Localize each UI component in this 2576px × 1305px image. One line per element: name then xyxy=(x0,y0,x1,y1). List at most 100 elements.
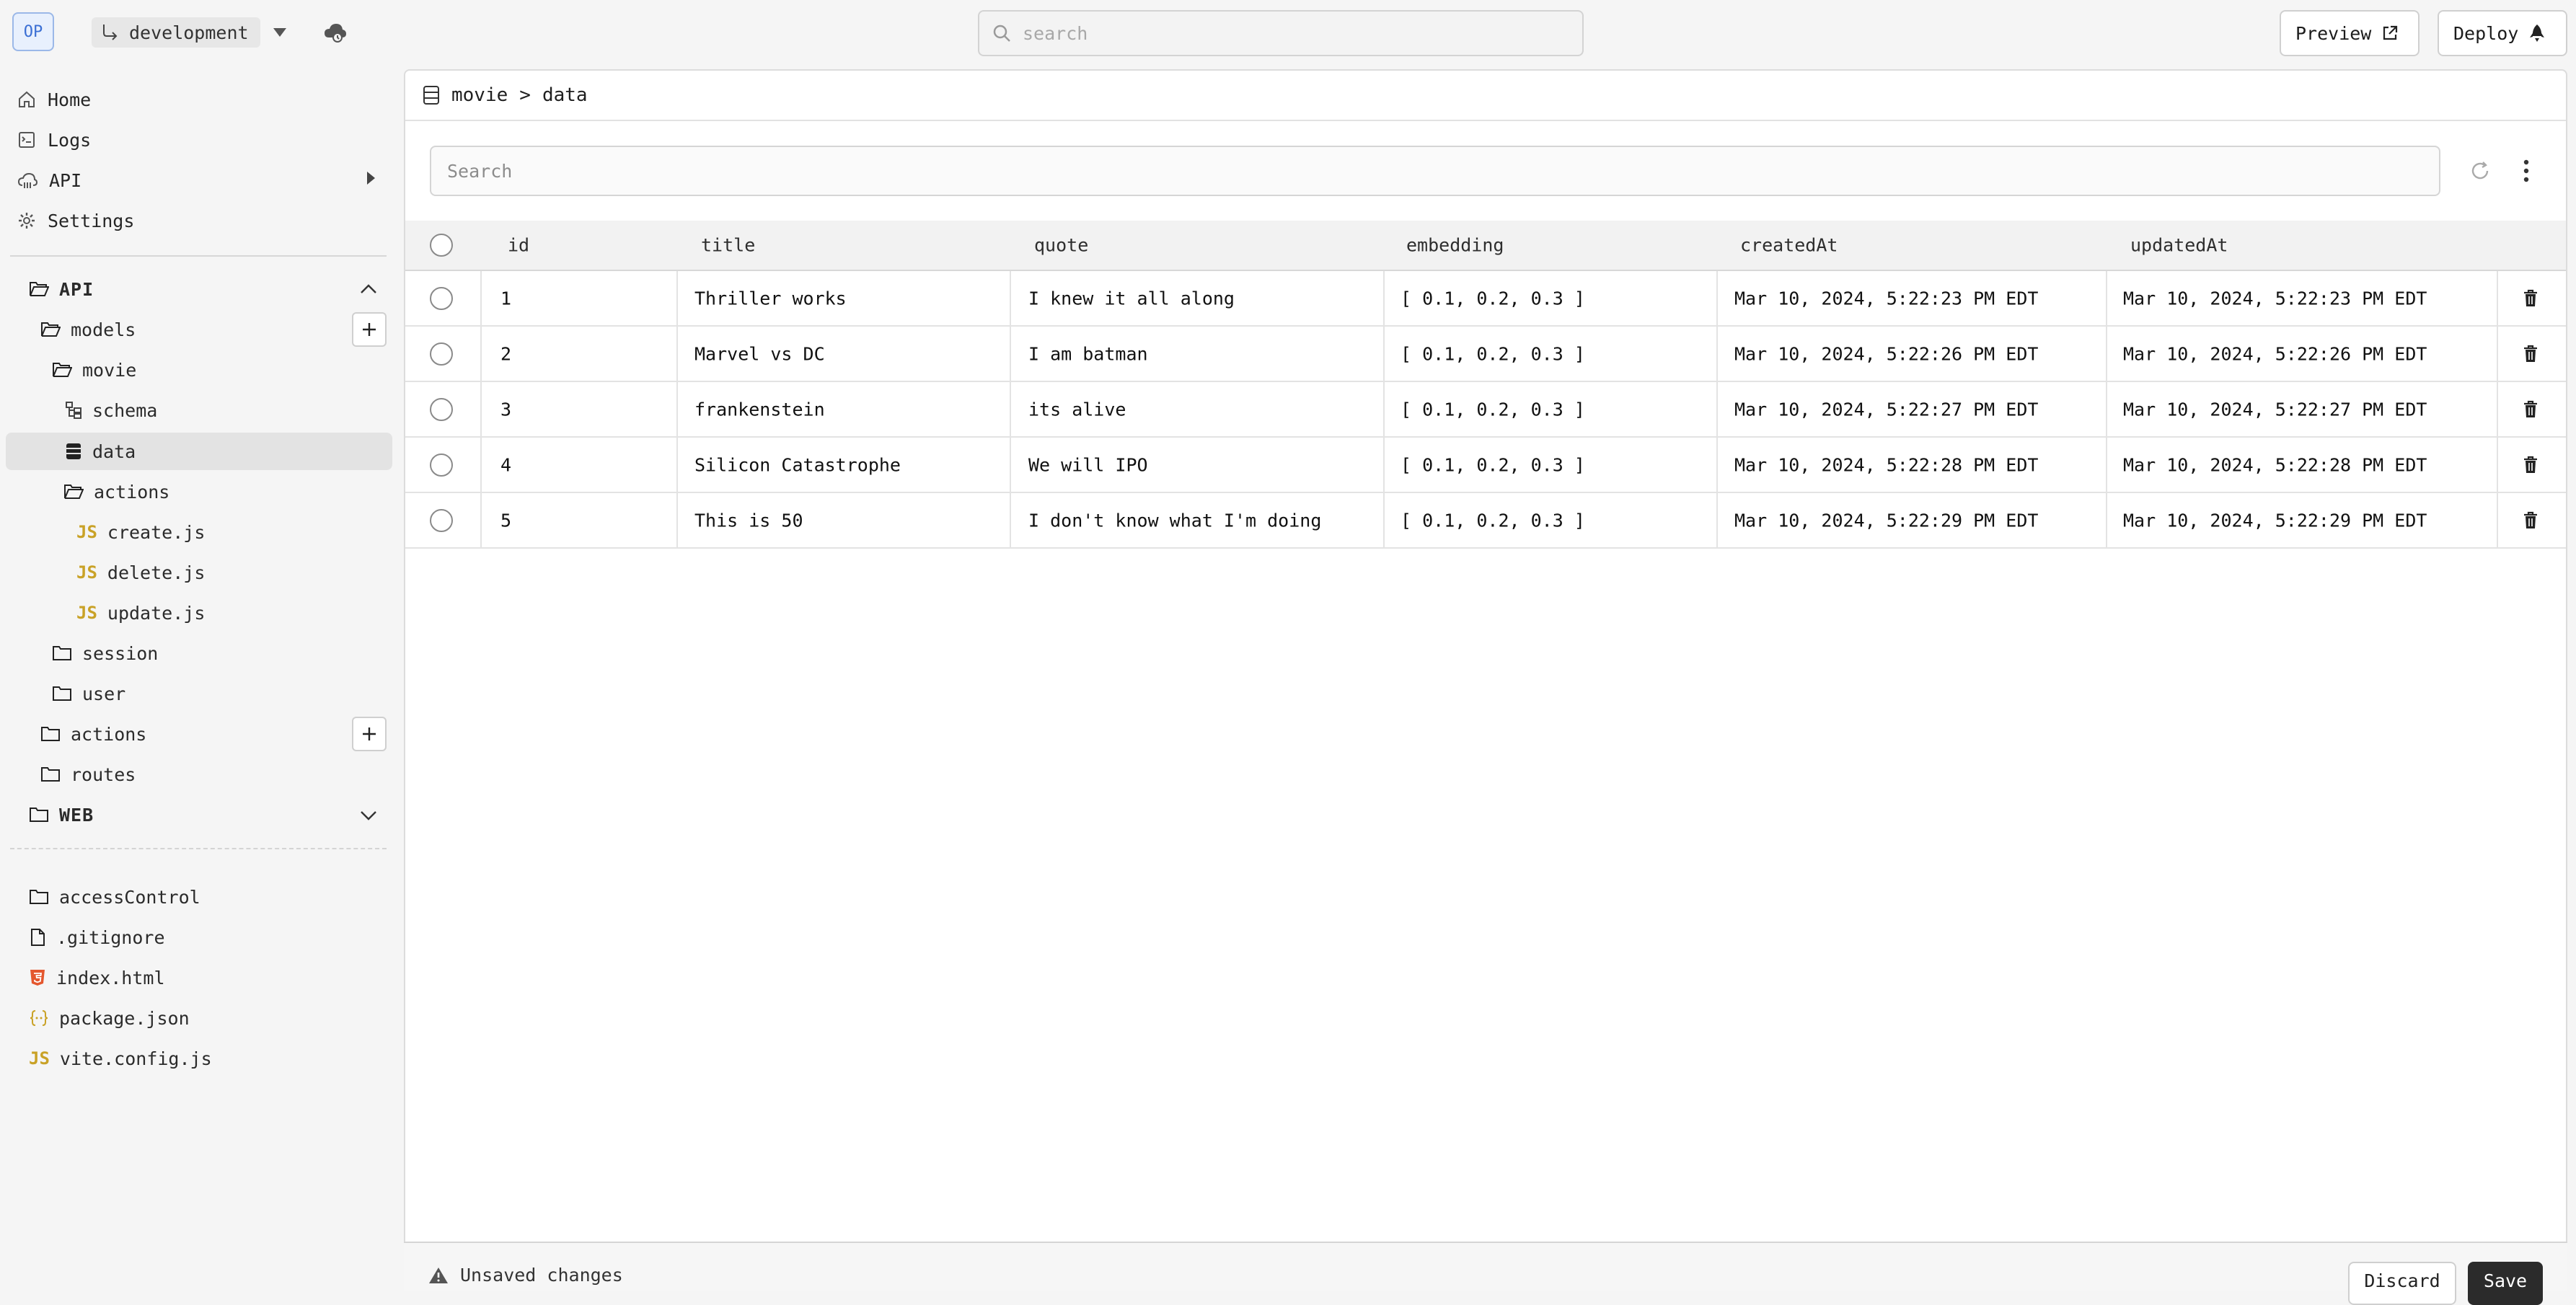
row-checkbox[interactable] xyxy=(430,286,453,310)
add-model-button[interactable] xyxy=(352,312,387,347)
cloud-sync-icon[interactable] xyxy=(323,20,348,45)
tree-data[interactable]: data xyxy=(65,433,136,470)
tree-routes-folder[interactable]: routes xyxy=(40,756,136,793)
breadcrumb-model[interactable]: movie xyxy=(451,84,508,106)
cell-embedding[interactable]: [ 0.1, 0.2, 0.3 ] xyxy=(1401,454,1585,475)
sidebar-dashed-divider xyxy=(10,848,387,849)
table-row[interactable]: 3 frankenstein its alive [ 0.1, 0.2, 0.3 ] M… xyxy=(405,382,2566,438)
trash-icon[interactable] xyxy=(2523,289,2538,308)
preview-button[interactable]: Preview xyxy=(2280,10,2420,56)
cell-title[interactable]: Thriller works xyxy=(694,288,847,309)
tree-session-folder[interactable]: session xyxy=(52,634,158,672)
chevron-down-icon[interactable] xyxy=(359,809,378,822)
refresh-icon[interactable] xyxy=(2469,160,2491,182)
cell-updated-at[interactable]: Mar 10, 2024, 5:22:27 PM EDT xyxy=(2123,399,2427,420)
cell-embedding[interactable]: [ 0.1, 0.2, 0.3 ] xyxy=(1401,399,1585,420)
cell-quote[interactable]: its alive xyxy=(1028,399,1126,420)
column-header-embedding[interactable]: embedding xyxy=(1406,235,1504,256)
cell-updated-at[interactable]: Mar 10, 2024, 5:22:29 PM EDT xyxy=(2123,510,2427,531)
cell-quote[interactable]: I knew it all along xyxy=(1028,288,1235,309)
nav-home[interactable]: Home xyxy=(17,82,91,117)
cell-title[interactable]: This is 50 xyxy=(694,510,803,531)
caret-right-icon[interactable] xyxy=(365,170,376,186)
chevron-up-icon[interactable] xyxy=(359,283,378,296)
cell-title[interactable]: Marvel vs DC xyxy=(694,343,825,364)
global-search[interactable] xyxy=(978,10,1584,56)
cell-id[interactable]: 4 xyxy=(500,454,511,475)
more-options-icon[interactable] xyxy=(2521,159,2531,183)
cell-created-at[interactable]: Mar 10, 2024, 5:22:27 PM EDT xyxy=(1734,399,2038,420)
cell-embedding[interactable]: [ 0.1, 0.2, 0.3 ] xyxy=(1401,343,1585,364)
branch-selector[interactable]: development xyxy=(92,17,260,48)
column-header-title[interactable]: title xyxy=(701,235,755,256)
cell-updated-at[interactable]: Mar 10, 2024, 5:22:28 PM EDT xyxy=(2123,454,2427,475)
row-checkbox[interactable] xyxy=(430,453,453,477)
tree-movie-folder[interactable]: movie xyxy=(52,351,136,389)
trash-icon[interactable] xyxy=(2523,456,2538,474)
cell-updated-at[interactable]: Mar 10, 2024, 5:22:26 PM EDT xyxy=(2123,343,2427,364)
table-row[interactable]: 2 Marvel vs DC I am batman [ 0.1, 0.2, 0.3 … xyxy=(405,327,2566,382)
nav-settings[interactable]: Settings xyxy=(17,203,134,238)
cell-created-at[interactable]: Mar 10, 2024, 5:22:26 PM EDT xyxy=(1734,343,2038,364)
table-row[interactable]: 4 Silicon Catastrophe We will IPO [ 0.1, 0.… xyxy=(405,438,2566,493)
deploy-button[interactable]: Deploy xyxy=(2438,10,2567,56)
tree-file-update[interactable]: JS update.js xyxy=(76,594,205,632)
file-index-html[interactable]: index.html xyxy=(29,959,165,996)
tree-api-folder[interactable]: API xyxy=(29,270,94,308)
nav-api[interactable]: API xyxy=(17,163,81,198)
column-header-updated-at[interactable]: updatedAt xyxy=(2130,235,2228,256)
tree-schema-label: schema xyxy=(92,399,158,421)
trash-icon[interactable] xyxy=(2523,345,2538,363)
discard-button[interactable]: Discard xyxy=(2348,1262,2456,1305)
trash-icon[interactable] xyxy=(2523,400,2538,419)
cell-created-at[interactable]: Mar 10, 2024, 5:22:28 PM EDT xyxy=(1734,454,2038,475)
cell-embedding[interactable]: [ 0.1, 0.2, 0.3 ] xyxy=(1401,510,1585,531)
file-access-control[interactable]: accessControl xyxy=(29,878,200,916)
cell-quote[interactable]: I am batman xyxy=(1028,343,1148,364)
app-badge[interactable]: OP xyxy=(12,12,54,51)
save-button[interactable]: Save xyxy=(2468,1262,2543,1305)
cell-id[interactable]: 5 xyxy=(500,510,511,531)
cell-embedding[interactable]: [ 0.1, 0.2, 0.3 ] xyxy=(1401,288,1585,309)
cell-id[interactable]: 2 xyxy=(500,343,511,364)
cell-quote[interactable]: I don't know what I'm doing xyxy=(1028,510,1321,531)
tree-models-folder[interactable]: models xyxy=(40,311,136,348)
cell-created-at[interactable]: Mar 10, 2024, 5:22:29 PM EDT xyxy=(1734,510,2038,531)
cell-updated-at[interactable]: Mar 10, 2024, 5:22:23 PM EDT xyxy=(2123,288,2427,309)
select-all-checkbox[interactable] xyxy=(430,234,453,257)
cell-id[interactable]: 3 xyxy=(500,399,511,420)
cell-title[interactable]: frankenstein xyxy=(694,399,825,420)
file-vite-config[interactable]: JS vite.config.js xyxy=(29,1040,212,1077)
table-row[interactable]: 1 Thriller works I knew it all along [ 0.1,… xyxy=(405,271,2566,327)
file-package-json[interactable]: package.json xyxy=(29,999,190,1037)
column-header-quote[interactable]: quote xyxy=(1034,235,1088,256)
tree-file-create[interactable]: JS create.js xyxy=(76,513,205,551)
tree-actions-folder[interactable]: actions xyxy=(63,473,169,510)
tree-user-folder[interactable]: user xyxy=(52,675,125,712)
cell-id[interactable]: 1 xyxy=(500,288,511,309)
table-row[interactable]: 5 This is 50 I don't know what I'm doing [ … xyxy=(405,493,2566,549)
global-search-input[interactable] xyxy=(1023,22,1582,44)
column-header-created-at[interactable]: createdAt xyxy=(1740,235,1838,256)
trash-icon[interactable] xyxy=(2523,511,2538,530)
row-checkbox[interactable] xyxy=(430,508,453,532)
add-action-button[interactable] xyxy=(352,717,387,751)
tree-update-label: update.js xyxy=(107,602,206,624)
nav-logs[interactable]: Logs xyxy=(17,123,91,157)
row-checkbox[interactable] xyxy=(430,342,453,366)
file-gitignore[interactable]: .gitignore xyxy=(29,919,165,956)
cell-title[interactable]: Silicon Catastrophe xyxy=(694,454,901,475)
cell-quote[interactable]: We will IPO xyxy=(1028,454,1148,475)
table-search-input[interactable] xyxy=(447,160,2439,182)
plus-icon xyxy=(363,323,376,336)
cell-created-at[interactable]: Mar 10, 2024, 5:22:23 PM EDT xyxy=(1734,288,2038,309)
folder-icon xyxy=(30,808,48,822)
row-checkbox[interactable] xyxy=(430,397,453,421)
tree-schema[interactable]: schema xyxy=(65,392,157,429)
tree-file-delete[interactable]: JS delete.js xyxy=(76,554,205,591)
tree-web-folder[interactable]: WEB xyxy=(29,796,94,833)
tree-api-actions-folder[interactable]: actions xyxy=(40,715,146,753)
chevron-down-icon[interactable] xyxy=(271,26,288,39)
column-header-id[interactable]: id xyxy=(508,235,529,256)
table-search[interactable] xyxy=(430,146,2440,196)
